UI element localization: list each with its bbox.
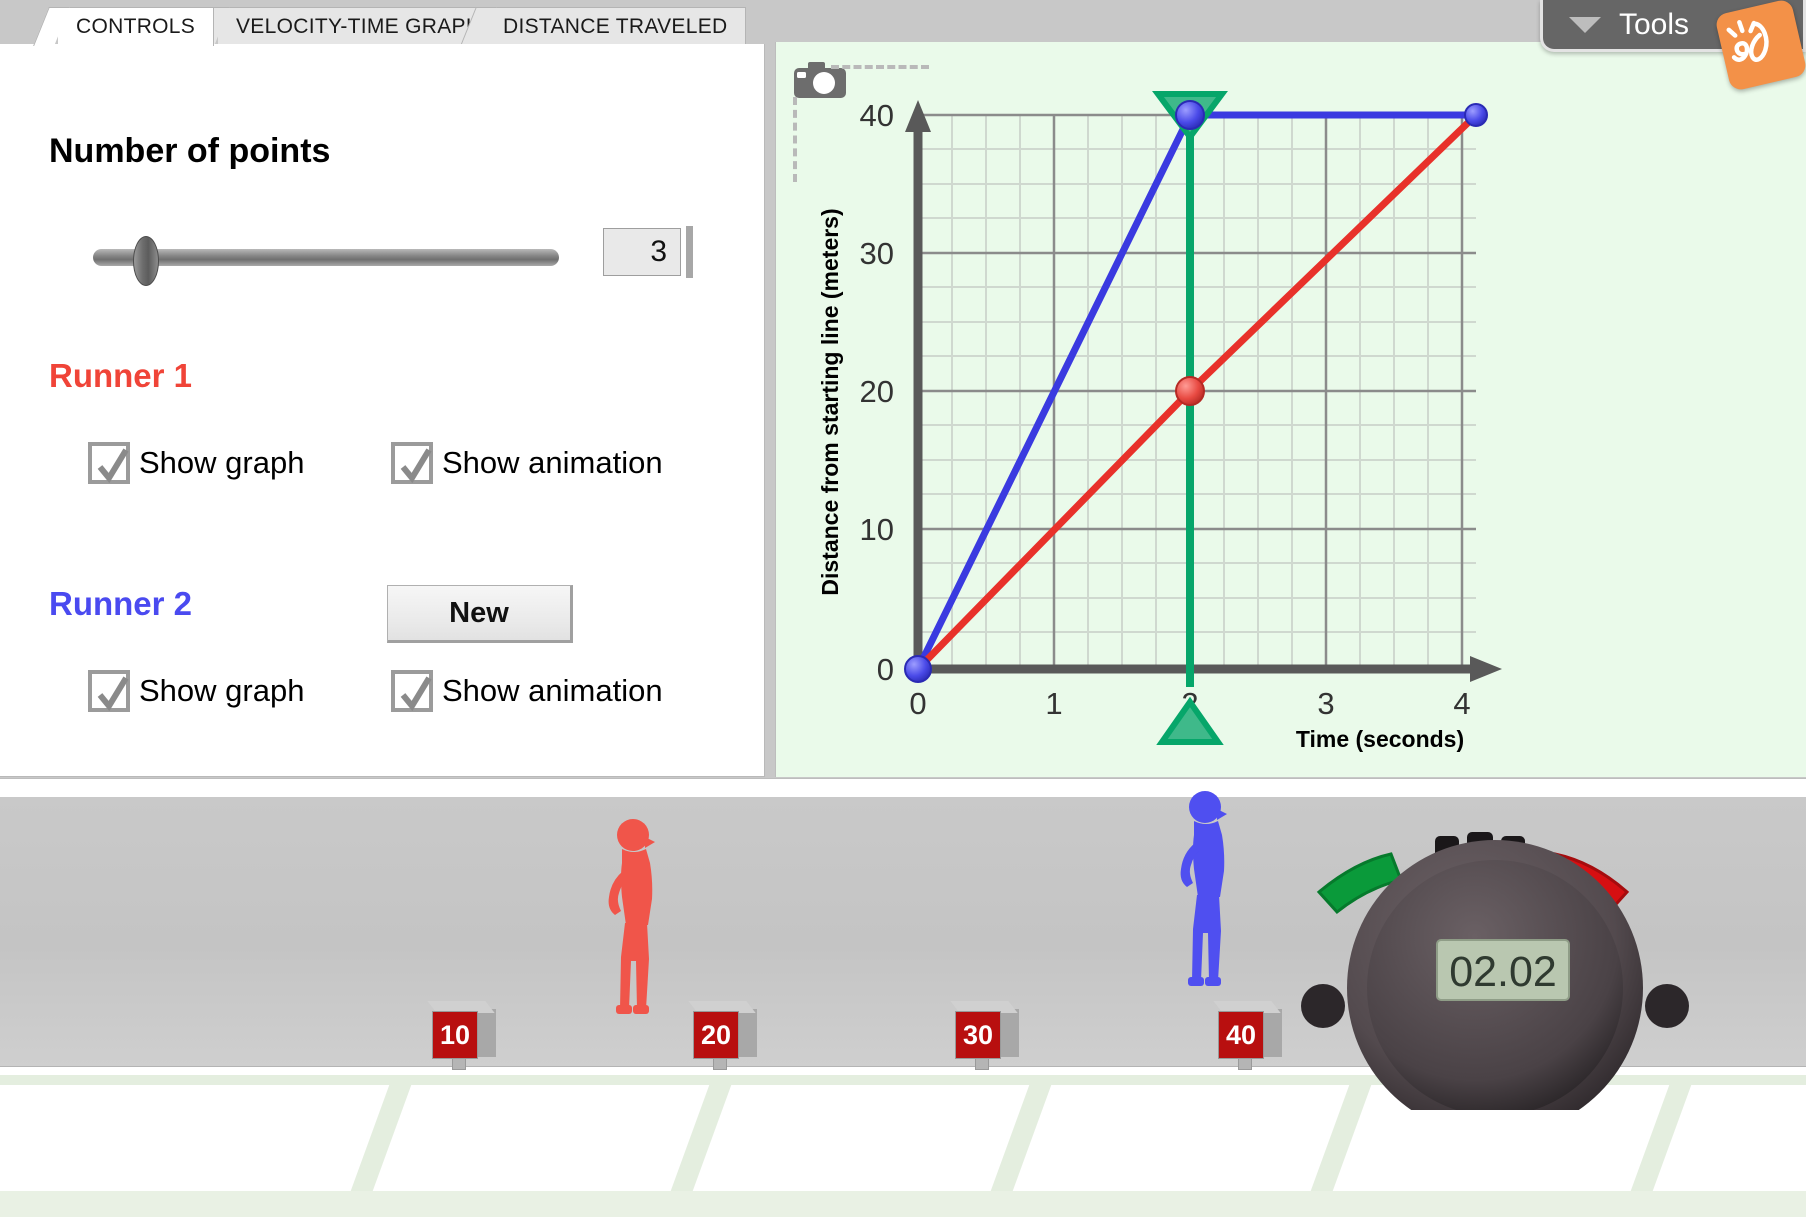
- tab-controls[interactable]: CONTROLS: [58, 7, 215, 46]
- tools-label: Tools: [1619, 7, 1690, 41]
- y-tick-20: 20: [860, 374, 894, 409]
- checkbox-box[interactable]: [391, 442, 433, 484]
- number-of-points-cursor: [686, 226, 693, 278]
- y-tick-30: 30: [860, 236, 894, 271]
- distance-marker: 20: [688, 1001, 757, 1073]
- stopwatch-lug: [1645, 984, 1689, 1028]
- marker-peg: [452, 1058, 466, 1070]
- y-tick-10: 10: [860, 512, 894, 547]
- runner1-show-animation-checkbox[interactable]: Show animation: [391, 442, 663, 484]
- checkbox-label: Show graph: [139, 673, 305, 708]
- marker-side: [476, 1009, 496, 1057]
- runner1-figure: [608, 819, 655, 1014]
- marker-label: 40: [1218, 1011, 1264, 1059]
- x-tick-3: 3: [1317, 686, 1334, 721]
- y-axis-title: Distance from starting line (meters): [817, 208, 843, 595]
- x-axis-title: Time (seconds): [1296, 726, 1464, 752]
- top-area: CONTROLS VELOCITY-TIME GRAPH DISTANCE TR…: [0, 0, 1806, 898]
- gizmo-app: CONTROLS VELOCITY-TIME GRAPH DISTANCE TR…: [0, 0, 1806, 1218]
- tab-strip: CONTROLS VELOCITY-TIME GRAPH DISTANCE TR…: [0, 0, 890, 46]
- x-tick-0: 0: [909, 686, 926, 721]
- checkbox-box[interactable]: [88, 670, 130, 712]
- stopwatch-lug: [1301, 984, 1345, 1028]
- number-of-points-value[interactable]: 3: [603, 228, 681, 276]
- checkbox-box[interactable]: [88, 442, 130, 484]
- marker-label: 20: [693, 1011, 739, 1059]
- new-runner2-button[interactable]: New: [387, 585, 573, 643]
- check-icon: [400, 676, 432, 712]
- check-icon: [97, 676, 129, 712]
- marker-side: [999, 1009, 1019, 1057]
- check-icon: [97, 448, 129, 484]
- marker-side: [1262, 1009, 1282, 1057]
- point-runner2-end[interactable]: [1464, 103, 1488, 127]
- check-icon: [400, 448, 432, 484]
- chevron-down-icon: [1569, 16, 1601, 33]
- runner1-title: Runner 1: [49, 357, 193, 394]
- x-tick-1: 1: [1045, 686, 1062, 721]
- distance-time-plot[interactable]: 40 30 20 10 0 0 1 2 3 4 Distance from st…: [776, 42, 1806, 777]
- point-runner2-mid[interactable]: [1175, 100, 1205, 130]
- distance-marker: 40: [1213, 1001, 1282, 1073]
- floor-line-bottom: [0, 1191, 1806, 1217]
- y-tick-40: 40: [860, 98, 894, 133]
- marker-peg: [1238, 1058, 1252, 1070]
- checkbox-label: Show graph: [139, 445, 305, 480]
- stopwatch-time: 02.02: [1449, 948, 1557, 996]
- checkbox-box[interactable]: [391, 670, 433, 712]
- x-axis-arrow: [1470, 656, 1502, 682]
- distance-time-graph-panel: 40 30 20 10 0 0 1 2 3 4 Distance from st…: [775, 42, 1806, 777]
- point-runner1-mid[interactable]: [1175, 376, 1205, 406]
- controls-panel: Number of points 3 Runner 1 Show graph S…: [0, 44, 765, 777]
- triangle-up-icon[interactable]: [1156, 696, 1224, 745]
- runner2-title: Runner 2: [49, 585, 193, 622]
- number-of-points-label: Number of points: [49, 132, 331, 170]
- marker-label: 10: [432, 1011, 478, 1059]
- marker-side: [737, 1009, 757, 1057]
- marker-peg: [975, 1058, 989, 1070]
- x-tick-4: 4: [1453, 686, 1470, 721]
- runner2-show-graph-checkbox[interactable]: Show graph: [88, 670, 304, 712]
- slider-track[interactable]: [93, 249, 559, 266]
- tab-velocity-time-graph[interactable]: VELOCITY-TIME GRAPH: [218, 7, 501, 45]
- y-tick-0: 0: [877, 652, 894, 687]
- runner2-figure: [1180, 791, 1227, 986]
- stopwatch[interactable]: 02.02: [1285, 810, 1710, 1110]
- distance-marker: 10: [427, 1001, 496, 1073]
- checkbox-label: Show animation: [442, 673, 663, 708]
- slider-thumb[interactable]: [133, 236, 159, 286]
- checkbox-label: Show animation: [442, 445, 663, 480]
- tab-distance-traveled[interactable]: DISTANCE TRAVELED: [485, 7, 747, 45]
- point-runner2-start[interactable]: [904, 655, 932, 683]
- marker-label: 30: [955, 1011, 1001, 1059]
- marker-peg: [713, 1058, 727, 1070]
- number-of-points-slider[interactable]: [93, 236, 559, 286]
- runner2-show-animation-checkbox[interactable]: Show animation: [391, 670, 663, 712]
- runner1-show-graph-checkbox[interactable]: Show graph: [88, 442, 304, 484]
- distance-marker: 30: [950, 1001, 1019, 1073]
